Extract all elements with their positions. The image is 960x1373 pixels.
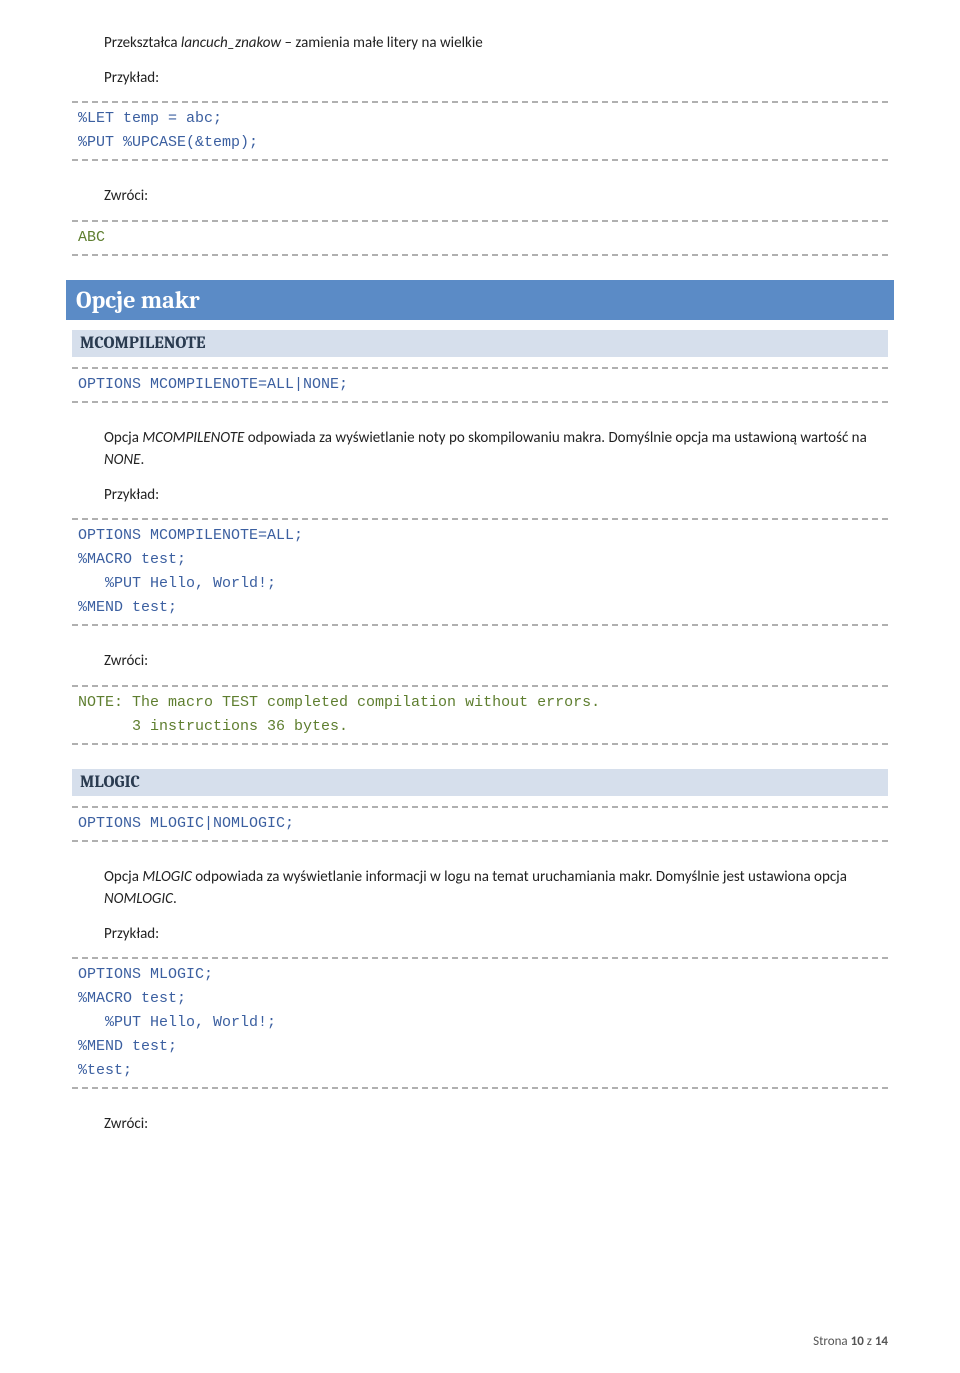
footer-mid: z [864, 1334, 875, 1349]
footer-prefix: Strona [813, 1334, 851, 1349]
code-output: NOTE: The macro TEST completed compilati… [72, 685, 888, 745]
code-output: ABC [72, 220, 888, 256]
text: – zamienia małe litery na wielkie [281, 34, 483, 52]
code-block: OPTIONS MLOGIC; %MACRO test; %PUT Hello,… [72, 957, 888, 1089]
intro-description: Przekształca lancuch_znakow – zamienia m… [104, 32, 888, 55]
returns-label: Zwróci: [104, 185, 888, 208]
page-footer: Strona 10 z 14 [813, 1334, 888, 1349]
document-page: Przekształca lancuch_znakow – zamienia m… [0, 0, 960, 1373]
example-label: Przykład: [104, 67, 888, 90]
heading-mcompilenote: MCOMPILENOTE [72, 330, 888, 357]
text: odpowiada za wyświetlanie noty po skompi… [244, 429, 866, 447]
code-block: OPTIONS MCOMPILENOTE=ALL; %MACRO test; %… [72, 518, 888, 626]
returns-label: Zwróci: [104, 1113, 888, 1136]
text: Opcja [104, 429, 142, 447]
footer-page-total: 14 [875, 1334, 888, 1349]
returns-label: Zwróci: [104, 650, 888, 673]
text-italic: lancuch_znakow [181, 34, 281, 52]
text: Przekształca [104, 34, 181, 52]
mcompilenote-description: Opcja MCOMPILENOTE odpowiada za wyświetl… [104, 427, 888, 472]
heading-opcje-makr: Opcje makr [66, 280, 894, 320]
text: . [140, 451, 144, 469]
syntax-block: OPTIONS MCOMPILENOTE=ALL|NONE; [72, 367, 888, 403]
mlogic-description: Opcja MLOGIC odpowiada za wyświetlanie i… [104, 866, 888, 911]
code-block: %LET temp = abc; %PUT %UPCASE(&temp); [72, 101, 888, 161]
footer-page-current: 10 [851, 1334, 864, 1349]
text: odpowiada za wyświetlanie informacji w l… [192, 868, 847, 886]
text-italic: NONE [104, 451, 140, 469]
text: Opcja [104, 868, 142, 886]
syntax-block: OPTIONS MLOGIC|NOMLOGIC; [72, 806, 888, 842]
heading-mlogic: MLOGIC [72, 769, 888, 796]
text-italic: NOMLOGIC [104, 890, 173, 908]
example-label: Przykład: [104, 484, 888, 507]
text-italic: MLOGIC [142, 868, 192, 886]
example-label: Przykład: [104, 923, 888, 946]
text-italic: MCOMPILENOTE [142, 429, 244, 447]
text: . [173, 890, 177, 908]
